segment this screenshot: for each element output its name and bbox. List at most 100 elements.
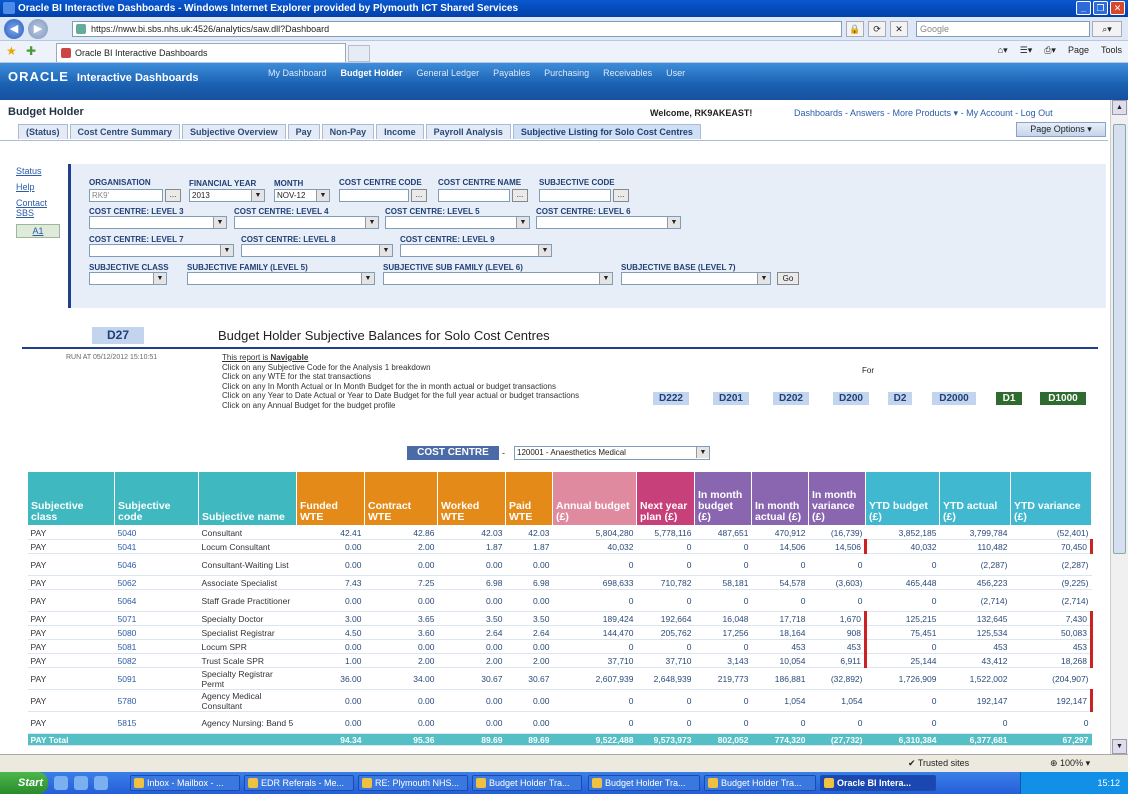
cc-name-input[interactable] — [438, 189, 510, 202]
value-cell[interactable]: 0.00 — [296, 553, 365, 576]
value-cell[interactable]: 453 — [751, 639, 809, 654]
favorites-star-icon[interactable]: ★ — [6, 44, 17, 58]
value-cell[interactable]: 144,470 — [552, 625, 637, 640]
value-cell[interactable]: 10,054 — [751, 653, 809, 668]
value-cell[interactable]: 0.00 — [505, 639, 553, 654]
print-icon[interactable]: ⎙▾ — [1044, 45, 1056, 56]
value-cell[interactable]: 0.00 — [437, 639, 506, 654]
url-input[interactable]: https://nww.bi.sbs.nhs.uk:4526/analytics… — [72, 21, 842, 37]
drill-d1-button[interactable]: D1 — [996, 392, 1022, 405]
financial-year-select[interactable]: 2013 — [189, 189, 265, 202]
value-cell[interactable]: 1,522,002 — [939, 667, 1011, 690]
scroll-thumb[interactable] — [1113, 124, 1126, 554]
value-cell[interactable]: 3.50 — [437, 611, 506, 626]
minimize-icon[interactable]: _ — [1076, 1, 1091, 15]
subjective-code-cell[interactable]: 5780 — [114, 689, 199, 712]
value-cell[interactable]: 0.00 — [505, 589, 553, 612]
value-cell[interactable]: 40,032 — [865, 539, 940, 554]
nav-budget-holder[interactable]: Budget Holder — [341, 68, 403, 78]
value-cell[interactable]: (2,287) — [939, 553, 1011, 576]
value-cell[interactable]: 189,424 — [552, 611, 637, 626]
value-cell[interactable]: 0.00 — [364, 639, 438, 654]
value-cell[interactable]: 7.25 — [364, 575, 438, 590]
value-cell[interactable]: 0.00 — [364, 711, 438, 734]
subjective-code-cell[interactable]: 5064 — [114, 589, 199, 612]
drill-d222-button[interactable]: D222 — [653, 392, 689, 405]
value-cell[interactable]: 2.00 — [364, 653, 438, 668]
start-button[interactable]: Start — [0, 772, 48, 794]
value-cell[interactable]: 0 — [694, 539, 752, 554]
value-cell[interactable]: 192,147 — [939, 689, 1011, 712]
value-cell[interactable]: 43,412 — [939, 653, 1011, 668]
value-cell[interactable]: 1.00 — [296, 653, 365, 668]
stop-icon[interactable]: ✕ — [890, 21, 908, 37]
value-cell[interactable]: 0 — [865, 639, 940, 654]
value-cell[interactable]: 36.00 — [296, 667, 365, 690]
value-cell[interactable]: 7.43 — [296, 575, 365, 590]
value-cell[interactable]: 2.00 — [505, 653, 553, 668]
value-cell[interactable]: 0 — [939, 711, 1011, 734]
value-cell[interactable]: 0.00 — [296, 689, 365, 712]
value-cell[interactable]: 186,881 — [751, 667, 809, 690]
value-cell[interactable]: 0.00 — [505, 711, 553, 734]
value-cell[interactable]: 0 — [694, 689, 752, 712]
restore-icon[interactable]: ❐ — [1093, 1, 1108, 15]
drill-d2-button[interactable]: D2 — [888, 392, 912, 405]
value-cell[interactable]: 54,578 — [751, 575, 809, 590]
sidebar-contact-link[interactable]: Contact SBS — [16, 198, 62, 218]
level8-select[interactable] — [241, 244, 393, 257]
taskbar-item[interactable]: Budget Holder Tra... — [704, 775, 816, 791]
subj-subfamily-select[interactable] — [383, 272, 613, 285]
value-cell[interactable]: 0.00 — [505, 553, 553, 576]
value-cell[interactable]: 0.00 — [437, 711, 506, 734]
value-cell[interactable]: 58,181 — [694, 575, 752, 590]
quicklaunch-icon[interactable] — [94, 776, 108, 790]
taskbar-item-active[interactable]: Oracle BI Intera... — [820, 775, 936, 791]
value-cell[interactable]: 0 — [865, 689, 940, 712]
home-icon[interactable]: ⌂▾ — [998, 45, 1008, 56]
tab-subjective-listing[interactable]: Subjective Listing for Solo Cost Centres — [512, 124, 701, 139]
value-cell[interactable]: 2.00 — [364, 539, 438, 554]
value-cell[interactable]: 2,607,939 — [552, 667, 637, 690]
subj-code-input[interactable] — [539, 189, 611, 202]
value-cell[interactable]: 0 — [552, 639, 637, 654]
search-icon[interactable]: ⌕▾ — [1092, 21, 1122, 37]
refresh-icon[interactable]: ⟳ — [868, 21, 886, 37]
drill-d200-button[interactable]: D200 — [833, 392, 869, 405]
subj-base-select[interactable] — [621, 272, 771, 285]
value-cell[interactable]: 0 — [751, 553, 809, 576]
value-cell[interactable]: 37,710 — [552, 653, 637, 668]
value-cell[interactable]: 30.67 — [505, 667, 553, 690]
level3-select[interactable] — [89, 216, 227, 229]
page-options-button[interactable]: Page Options ▾ — [1016, 122, 1106, 137]
tools-menu[interactable]: Tools — [1101, 45, 1122, 56]
tab-status[interactable]: (Status) — [18, 124, 68, 139]
subjective-code-cell[interactable]: 5040 — [114, 525, 199, 540]
lock-icon[interactable]: 🔒 — [846, 21, 864, 37]
subjective-code-cell[interactable]: 5082 — [114, 653, 199, 668]
value-cell[interactable]: 0 — [751, 589, 809, 612]
drill-d1000-button[interactable]: D1000 — [1040, 392, 1086, 405]
value-cell[interactable]: 453 — [939, 639, 1011, 654]
value-cell[interactable]: 6.98 — [505, 575, 553, 590]
browser-tab[interactable]: Oracle BI Interactive Dashboards — [56, 43, 346, 62]
value-cell[interactable]: 132,645 — [939, 611, 1011, 626]
subjective-code-cell[interactable]: 5062 — [114, 575, 199, 590]
search-input[interactable]: Google — [916, 21, 1090, 37]
value-cell[interactable]: 1.87 — [505, 539, 553, 554]
level4-select[interactable] — [234, 216, 379, 229]
value-cell[interactable]: 25,144 — [865, 653, 940, 668]
value-cell[interactable]: 40,032 — [552, 539, 637, 554]
cc-code-input[interactable] — [339, 189, 409, 202]
value-cell[interactable]: 125,215 — [865, 611, 940, 626]
tab-non-pay[interactable]: Non-Pay — [321, 124, 375, 139]
value-cell[interactable]: 42.86 — [364, 525, 438, 540]
value-cell[interactable]: 0.00 — [296, 589, 365, 612]
zoom-control[interactable]: ⊕ 100% ▾ — [1050, 758, 1090, 769]
value-cell[interactable]: 465,448 — [865, 575, 940, 590]
level5-select[interactable] — [385, 216, 530, 229]
close-icon[interactable]: ✕ — [1110, 1, 1125, 15]
value-cell[interactable]: 0.00 — [505, 689, 553, 712]
value-cell[interactable]: 14,506 — [751, 539, 809, 554]
nav-purchasing[interactable]: Purchasing — [544, 68, 589, 78]
